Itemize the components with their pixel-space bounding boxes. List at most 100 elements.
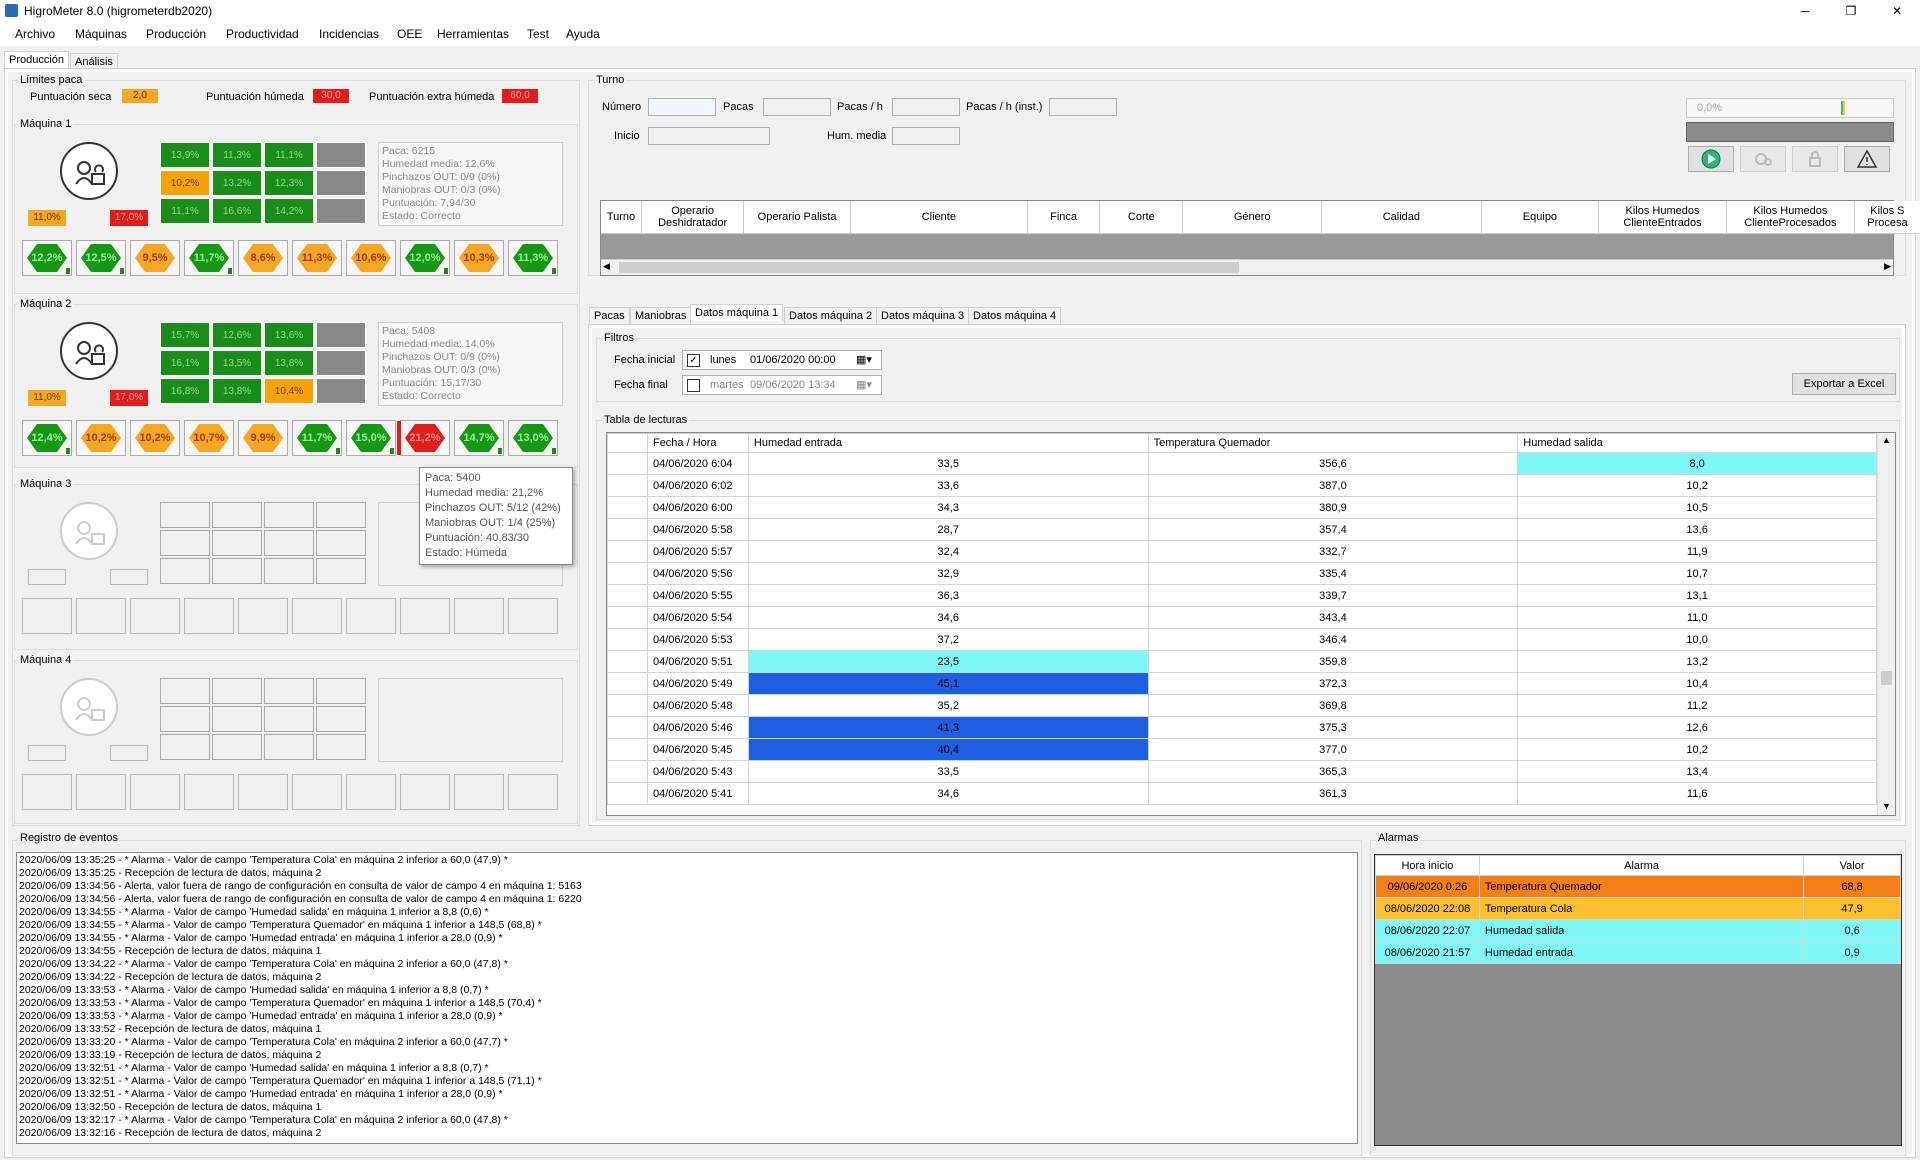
bale-indicator[interactable]: 11,7% xyxy=(184,240,234,276)
tab-datos-maquina-4[interactable]: Datos máquina 4 xyxy=(968,307,1062,324)
alarm-column-header[interactable]: Hora inicio xyxy=(1375,855,1480,876)
close-button[interactable]: ✕ xyxy=(1874,0,1920,22)
inicio-field[interactable] xyxy=(648,127,770,145)
shift-column-header[interactable]: Operario Palista xyxy=(743,201,851,234)
menu-ayuda[interactable]: Ayuda xyxy=(566,27,600,41)
menu-oee[interactable]: OEE xyxy=(397,27,422,41)
bale-indicator[interactable] xyxy=(454,774,504,810)
table-row[interactable]: 04/06/2020 5:58 28,7 357,4 13,6 xyxy=(607,518,1877,541)
bale-indicator[interactable] xyxy=(130,598,180,634)
shift-column-header[interactable]: Cliente xyxy=(850,201,1028,234)
table-row[interactable]: 04/06/2020 6:02 33,6 387,0 10,2 xyxy=(607,474,1877,497)
table-row[interactable]: 04/06/2020 5:49 45,1 372,3 10,4 xyxy=(607,672,1877,695)
table-row[interactable]: 04/06/2020 5:57 32,4 332,7 11,9 xyxy=(607,540,1877,563)
bale-indicator[interactable]: 15,0% xyxy=(346,420,396,456)
shift-column-header[interactable]: Corte xyxy=(1099,201,1184,234)
bale-indicator[interactable] xyxy=(508,774,558,810)
table-row[interactable]: 04/06/2020 5:56 32,9 335,4 10,7 xyxy=(607,562,1877,585)
readings-column-header[interactable]: Fecha / Hora xyxy=(646,433,749,453)
readings-column-header[interactable]: Humedad entrada xyxy=(747,433,1149,453)
shift-column-header[interactable]: Calidad xyxy=(1321,201,1482,234)
readings-vertical-scrollbar[interactable]: ▲ ▼ xyxy=(1877,433,1895,815)
end-date-picker[interactable]: martes 09/06/2020 13:34 ▦▾ xyxy=(682,375,882,395)
minimize-button[interactable]: ─ xyxy=(1782,0,1828,22)
menu-herramientas[interactable]: Herramientas xyxy=(437,27,509,41)
alarm-row[interactable]: 08/06/2020 21:57 Humedad entrada 0,9 xyxy=(1375,941,1901,964)
pacas-h-field[interactable] xyxy=(892,98,960,116)
shift-column-header[interactable]: Equipo xyxy=(1481,201,1600,234)
scroll-up-icon[interactable]: ▲ xyxy=(1882,435,1891,445)
table-row[interactable]: 04/06/2020 5:55 36,3 339,7 13,1 xyxy=(607,584,1877,607)
bale-indicator[interactable]: 11,7% xyxy=(292,420,342,456)
bale-indicator[interactable] xyxy=(184,774,234,810)
bale-indicator[interactable]: 9,9% xyxy=(238,420,288,456)
bale-indicator[interactable] xyxy=(454,598,504,634)
table-row[interactable]: 04/06/2020 5:45 40,4 377,0 10,2 xyxy=(607,738,1877,761)
bale-indicator[interactable] xyxy=(238,598,288,634)
bale-indicator[interactable]: 11,3% xyxy=(508,240,558,276)
bale-indicator[interactable]: 13,0% xyxy=(508,420,558,456)
alarm-row[interactable]: 08/06/2020 22:07 Humedad salida 0,6 xyxy=(1375,919,1901,942)
bale-indicator[interactable]: 12,2% xyxy=(22,240,72,276)
tab-datos-maquina-1[interactable]: Datos máquina 1 xyxy=(690,304,784,321)
pacas-field[interactable] xyxy=(763,98,831,116)
start-date-checkbox[interactable]: ✓ xyxy=(687,354,700,367)
bale-indicator[interactable]: 10,6% xyxy=(346,240,396,276)
bale-indicator[interactable] xyxy=(184,598,234,634)
scroll-thumb[interactable] xyxy=(1881,671,1892,685)
stop-shift-button[interactable] xyxy=(1740,146,1786,172)
bale-indicator[interactable]: 8,6% xyxy=(238,240,288,276)
lock-button[interactable] xyxy=(1792,146,1838,172)
alarms-table[interactable]: Hora inicio Alarma Valor 09/06/2020 0:26 Te… xyxy=(1374,854,1902,1146)
bale-indicator[interactable] xyxy=(22,774,72,810)
bale-indicator[interactable] xyxy=(22,598,72,634)
pacas-h-inst-field[interactable] xyxy=(1049,98,1117,116)
table-row[interactable]: 04/06/2020 5:48 35,2 369,8 11,2 xyxy=(607,694,1877,717)
alarm-row[interactable]: 09/06/2020 0:26 Temperatura Quemador 68,8 xyxy=(1375,875,1901,898)
scroll-right-icon[interactable]: ▶ xyxy=(1884,261,1891,272)
warning-button[interactable] xyxy=(1844,146,1890,172)
bale-indicator[interactable]: 12,0% xyxy=(400,240,450,276)
readings-table[interactable]: Fecha / Hora Humedad entrada Temperatura Q… xyxy=(606,432,1896,816)
shifts-table[interactable]: Turno Operario Deshidratador Operario Pali… xyxy=(600,200,1920,276)
tab-datos-maquina-3[interactable]: Datos máquina 3 xyxy=(876,307,970,324)
numero-field[interactable] xyxy=(648,98,716,116)
bale-indicator[interactable]: 10,7% xyxy=(184,420,234,456)
hum-media-field[interactable] xyxy=(892,127,960,145)
bale-indicator[interactable] xyxy=(400,774,450,810)
start-date-picker[interactable]: ✓ lunes 01/06/2020 00:00 ▦▾ xyxy=(682,350,882,370)
calendar-icon[interactable]: ▦▾ xyxy=(856,378,872,391)
alarm-column-header[interactable]: Valor xyxy=(1803,855,1901,876)
shift-column-header[interactable]: Kilos Humedos ClienteProcesados xyxy=(1726,201,1855,234)
bale-indicator[interactable] xyxy=(76,774,126,810)
table-row[interactable]: 04/06/2020 5:43 33,5 365,3 13,4 xyxy=(607,760,1877,783)
tab-datos-maquina-2[interactable]: Datos máquina 2 xyxy=(784,307,878,324)
alarm-row[interactable]: 08/06/2020 22:08 Temperatura Cola 47,9 xyxy=(1375,897,1901,920)
start-shift-button[interactable] xyxy=(1688,146,1734,172)
bale-indicator[interactable]: 10,2% xyxy=(76,420,126,456)
bale-indicator[interactable]: 12,4% xyxy=(22,420,72,456)
end-date-checkbox[interactable] xyxy=(687,379,700,392)
table-row[interactable]: 04/06/2020 5:54 34,6 343,4 11,0 xyxy=(607,606,1877,629)
shift-column-header[interactable]: Turno xyxy=(601,201,642,234)
menu-produccion[interactable]: Producción xyxy=(146,27,206,41)
tab-produccion[interactable]: Producción xyxy=(4,51,70,68)
readings-column-header[interactable]: Temperatura Quemador xyxy=(1147,433,1519,453)
table-row[interactable]: 04/06/2020 6:00 34,3 380,9 10,5 xyxy=(607,496,1877,519)
maximize-button[interactable]: ❐ xyxy=(1828,0,1874,22)
table-row[interactable]: 04/06/2020 5:51 23,5 359,8 13,2 xyxy=(607,650,1877,673)
tab-pacas[interactable]: Pacas xyxy=(589,307,630,324)
menu-archivo[interactable]: Archivo xyxy=(15,27,55,41)
menu-productividad[interactable]: Productividad xyxy=(226,27,299,41)
menu-incidencias[interactable]: Incidencias xyxy=(319,27,379,41)
bale-indicator[interactable] xyxy=(292,774,342,810)
scroll-down-icon[interactable]: ▼ xyxy=(1882,801,1891,811)
menu-maquinas[interactable]: Máquinas xyxy=(75,27,127,41)
bale-indicator[interactable] xyxy=(346,774,396,810)
table-row[interactable]: 04/06/2020 6:04 33,5 356,6 8,0 xyxy=(607,452,1877,475)
readings-column-header[interactable]: Humedad salida xyxy=(1517,433,1877,453)
bale-indicator[interactable] xyxy=(400,598,450,634)
shifts-horizontal-scrollbar[interactable]: ◀ ▶ xyxy=(601,259,1893,275)
bale-indicator[interactable] xyxy=(76,598,126,634)
bale-indicator[interactable]: 14,7% xyxy=(454,420,504,456)
